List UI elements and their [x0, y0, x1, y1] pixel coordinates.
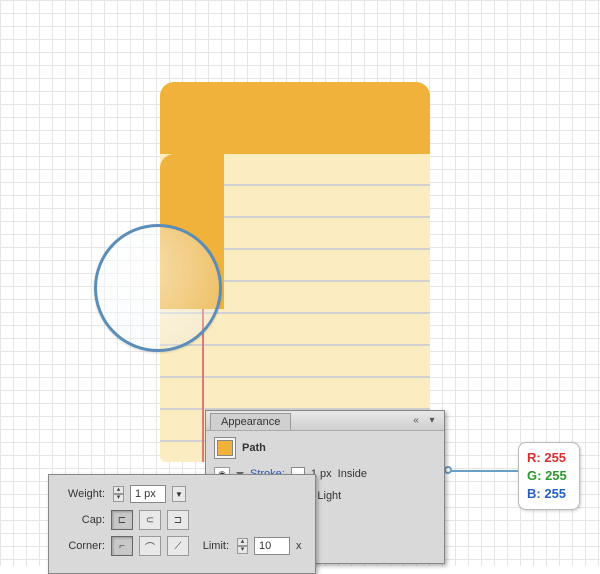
weight-dropdown-icon[interactable]: ▼ — [172, 486, 186, 502]
rule-line — [160, 344, 430, 346]
cap-butt-button[interactable]: ⊏ — [111, 510, 133, 530]
limit-suffix: x — [296, 540, 302, 552]
r-label: R: — [527, 450, 541, 465]
limit-input[interactable]: 10 — [254, 537, 290, 555]
cap-label: Cap: — [57, 514, 105, 526]
corner-round-button[interactable]: ⌒ — [139, 536, 161, 556]
step-up-icon[interactable]: ▴ — [237, 538, 248, 546]
limit-label: Limit: — [195, 540, 229, 552]
weight-stepper[interactable]: ▴▾ — [113, 486, 124, 502]
corner-miter-button[interactable]: ⌐ — [111, 536, 133, 556]
appearance-panel-header: Appearance « ▾ — [206, 411, 444, 431]
g-label: G: — [527, 468, 541, 483]
corner-row: Corner: ⌐ ⌒ ⟋ Limit: ▴▾ 10 x — [57, 535, 307, 557]
magnifier-lens — [94, 224, 222, 352]
appearance-tab[interactable]: Appearance — [210, 413, 291, 430]
cap-projecting-button[interactable]: ⊐ — [167, 510, 189, 530]
item-thumbnail — [214, 437, 236, 459]
stroke-options-panel: Weight: ▴▾ 1 px ▼ Cap: ⊏ ⊂ ⊐ Corner: ⌐ ⌒… — [48, 474, 316, 574]
b-label: B: — [527, 486, 541, 501]
b-value: 255 — [544, 486, 566, 501]
step-down-icon[interactable]: ▾ — [113, 494, 124, 502]
g-value: 255 — [545, 468, 567, 483]
stroke-align-readout: Inside — [338, 468, 367, 480]
limit-stepper[interactable]: ▴▾ — [237, 538, 248, 554]
step-down-icon[interactable]: ▾ — [237, 546, 248, 554]
panel-menu-icon[interactable]: ▾ — [424, 414, 440, 428]
callout-leader-line — [450, 470, 520, 472]
weight-input[interactable]: 1 px — [130, 485, 166, 503]
cap-row: Cap: ⊏ ⊂ ⊐ — [57, 509, 307, 531]
rule-line — [160, 376, 430, 378]
panel-collapse-icon[interactable]: « — [408, 414, 424, 428]
cap-round-button[interactable]: ⊂ — [139, 510, 161, 530]
notepad-binding — [160, 82, 430, 154]
weight-row: Weight: ▴▾ 1 px ▼ — [57, 483, 307, 505]
appearance-item-row[interactable]: Path — [214, 437, 436, 459]
corner-label: Corner: — [57, 540, 105, 552]
item-type-label: Path — [242, 442, 266, 454]
weight-label: Weight: — [57, 488, 105, 500]
rgb-callout: R: 255 G: 255 B: 255 — [518, 442, 580, 510]
r-value: 255 — [544, 450, 566, 465]
corner-bevel-button[interactable]: ⟋ — [167, 536, 189, 556]
step-up-icon[interactable]: ▴ — [113, 486, 124, 494]
